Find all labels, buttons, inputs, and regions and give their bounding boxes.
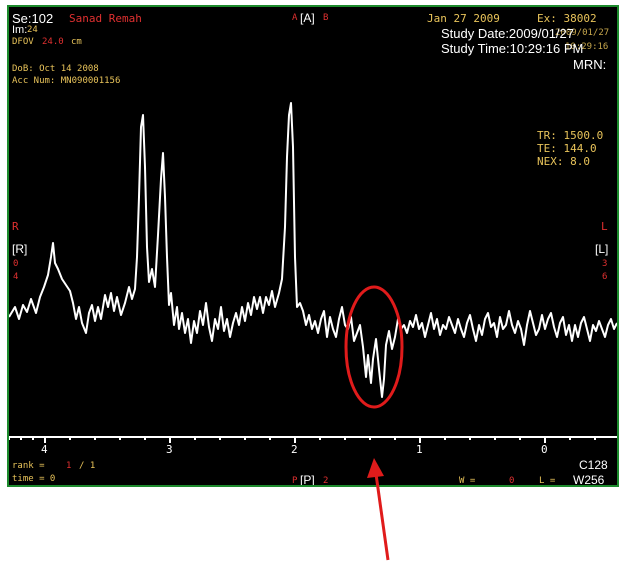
axis-tick-label: 0	[541, 443, 548, 456]
left-side-letter: L	[601, 220, 608, 233]
study-date: Study Date:2009/01/27	[441, 26, 574, 41]
rank-value: 1	[66, 461, 72, 471]
axis-tick-label: 1	[416, 443, 423, 456]
left-orientation: [L]	[595, 242, 609, 256]
right-edge-number: 3	[602, 259, 608, 269]
window-width: W256	[573, 473, 605, 487]
bottom-left-marker: P	[292, 476, 298, 486]
tr-value: TR: 1500.0	[537, 129, 604, 142]
study-date-short: Jan 27 2009	[427, 12, 500, 25]
top-left-marker: A	[292, 13, 298, 23]
right-side-letter: R	[12, 220, 19, 233]
l-label: L =	[539, 476, 556, 486]
rank-total: / 1	[79, 461, 96, 471]
w-label: W =	[459, 476, 476, 486]
left-edge-number: 0	[13, 259, 19, 269]
dfov-label: DFOV	[12, 37, 34, 47]
w-value: 0	[509, 476, 515, 486]
right-orientation: [R]	[12, 242, 28, 256]
te-value: TE: 144.0	[537, 142, 597, 155]
image-label: Im:	[12, 24, 28, 36]
exam-number: Ex: 38002	[537, 12, 597, 25]
study-time: Study Time:10:29:16 PM	[441, 41, 584, 56]
spectrum-viewport[interactable]: 4 3 2 1 0 Se:102 Sanad Remah Im: 24 DFOV…	[7, 5, 619, 487]
mrn: MRN:	[573, 57, 607, 72]
date-of-birth: DoB: Oct 14 2008	[12, 64, 99, 74]
window-center: C128	[579, 458, 608, 472]
dfov-unit: cm	[71, 37, 82, 47]
axis-tick-label: 2	[291, 443, 298, 456]
axis-tick-label: 3	[166, 443, 173, 456]
right-edge-number: 6	[602, 272, 608, 282]
axis-tick-label: 4	[41, 443, 48, 456]
spectrum-trace	[9, 102, 617, 398]
time-value: time = 0	[12, 474, 56, 484]
anterior-orientation: [A]	[300, 11, 315, 25]
image-number: 24	[27, 25, 38, 35]
nex-value: NEX: 8.0	[537, 155, 590, 168]
top-right-marker: B	[323, 13, 329, 23]
accession-number: Acc Num: MN090001156	[12, 76, 121, 86]
posterior-orientation: [P]	[300, 473, 315, 487]
dfov-value: 24.0	[42, 37, 64, 47]
bottom-right-marker: 2	[323, 476, 329, 486]
left-edge-number: 4	[13, 272, 19, 282]
patient-name: Sanad Remah	[69, 12, 142, 25]
rank-label: rank =	[12, 461, 45, 471]
